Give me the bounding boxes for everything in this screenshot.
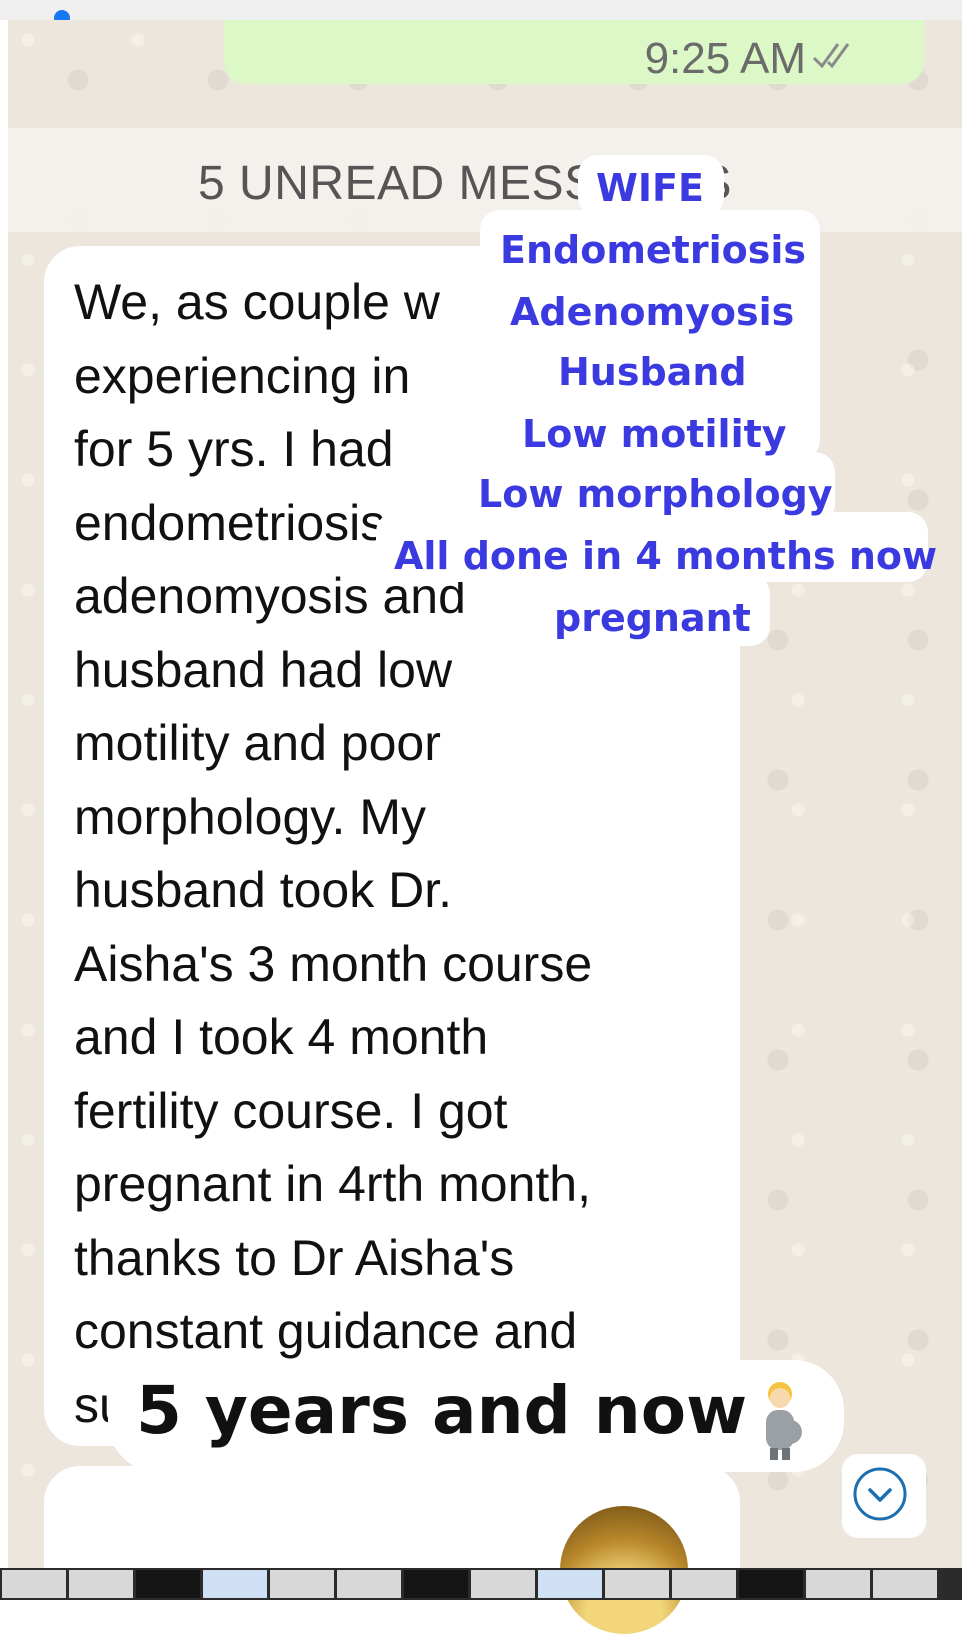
- thumbnail[interactable]: [471, 1570, 535, 1598]
- pregnant-person-emoji-icon: [766, 1382, 802, 1460]
- overlay-line-adenomyosis: Adenomyosis: [510, 290, 795, 334]
- thumbnail-strip[interactable]: [0, 1568, 962, 1600]
- thumbnail[interactable]: [270, 1570, 334, 1598]
- overlay-line-pregnant: pregnant: [554, 596, 751, 640]
- overlay-line-wife: WIFE: [596, 166, 704, 210]
- thumbnail[interactable]: [806, 1570, 870, 1598]
- overlay-line-husband: Husband: [558, 350, 747, 394]
- overlay-line-all-done: All done in 4 months now: [394, 534, 938, 578]
- overlay-line-low-motility: Low motility: [522, 412, 787, 456]
- caption-text: 5 years and now: [136, 1372, 748, 1449]
- thumbnail[interactable]: [2, 1570, 66, 1598]
- overlay-line-low-morphology: Low morphology: [478, 472, 833, 516]
- overlay-line-endometriosis: Endometriosis: [500, 228, 806, 272]
- top-status-strip: [0, 0, 962, 26]
- thumbnail[interactable]: [337, 1570, 401, 1598]
- double-check-icon: [812, 43, 850, 69]
- thumbnail[interactable]: [136, 1570, 200, 1598]
- sent-message-bubble[interactable]: 9:25 AM: [224, 20, 924, 84]
- thumbnail[interactable]: [538, 1570, 602, 1598]
- thumbnail[interactable]: [69, 1570, 133, 1598]
- thumbnail[interactable]: [605, 1570, 669, 1598]
- thumbnail[interactable]: [672, 1570, 736, 1598]
- thumbnail[interactable]: [203, 1570, 267, 1598]
- thumbnail[interactable]: [739, 1570, 803, 1598]
- thumbnail[interactable]: [873, 1570, 937, 1598]
- thumbnail[interactable]: [404, 1570, 468, 1598]
- chevron-down-circle-icon[interactable]: [852, 1466, 908, 1522]
- message-time: 9:25 AM: [644, 34, 806, 83]
